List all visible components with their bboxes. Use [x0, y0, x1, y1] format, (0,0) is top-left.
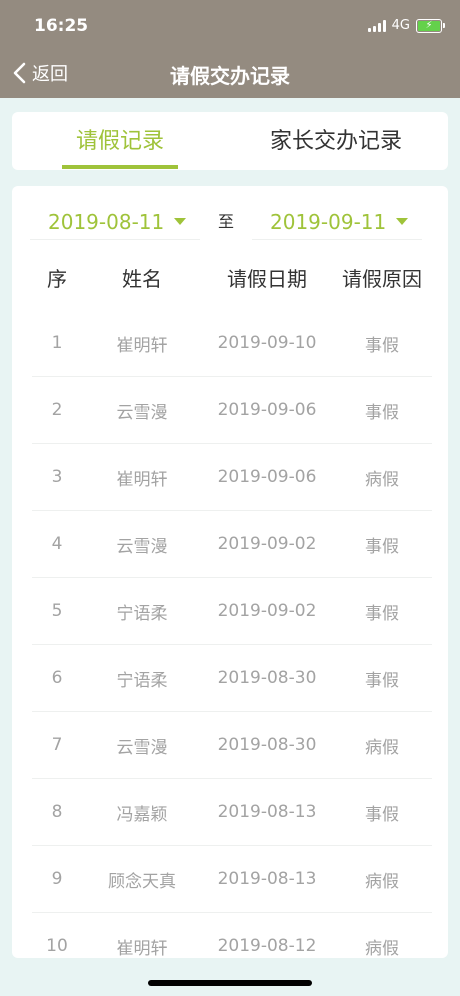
- table-row[interactable]: 5 宁语柔 2019-09-02 事假: [32, 578, 432, 645]
- row-reason: 病假: [365, 737, 399, 758]
- page-title: 请假交办记录: [170, 64, 290, 88]
- tab-bar: 请假记录 家长交办记录: [12, 112, 448, 170]
- row-date: 2019-09-02: [217, 601, 317, 621]
- table-row[interactable]: 9 顾念天真 2019-08-13 病假: [32, 846, 432, 913]
- column-header-index: 序: [47, 266, 67, 291]
- row-index: 8: [51, 802, 63, 822]
- row-reason: 事假: [365, 670, 399, 691]
- row-reason: 病假: [365, 938, 399, 959]
- row-date: 2019-08-30: [217, 668, 317, 688]
- row-name: 云雪漫: [116, 536, 168, 557]
- table-row[interactable]: 7 云雪漫 2019-08-30 病假: [32, 712, 432, 779]
- row-index: 2: [51, 400, 63, 420]
- table-row[interactable]: 10 崔明轩 2019-08-12 病假: [32, 913, 432, 958]
- row-name: 崔明轩: [116, 938, 168, 959]
- column-header-name: 姓名: [122, 266, 162, 291]
- row-reason: 事假: [365, 603, 399, 624]
- top-bar: 16:25 4G ⚡ 返回 请假交办记录: [0, 0, 460, 98]
- row-name: 宁语柔: [116, 603, 168, 624]
- table-row[interactable]: 6 宁语柔 2019-08-30 事假: [32, 645, 432, 712]
- caret-down-icon: [174, 218, 187, 225]
- end-date-value: 2019-09-11: [270, 209, 387, 234]
- network-label: 4G: [391, 18, 410, 33]
- row-name: 冯嘉颖: [116, 804, 168, 825]
- table-header: 序 姓名 请假日期 请假原因: [12, 248, 448, 306]
- table-row[interactable]: 4 云雪漫 2019-09-02 事假: [32, 511, 432, 578]
- row-reason: 病假: [365, 871, 399, 892]
- row-reason: 事假: [365, 335, 399, 356]
- row-name: 顾念天真: [108, 871, 176, 892]
- start-date-value: 2019-08-11: [48, 209, 165, 234]
- status-indicators: 4G ⚡: [367, 18, 445, 33]
- row-date: 2019-09-02: [217, 534, 317, 554]
- table-row[interactable]: 2 云雪漫 2019-09-06 事假: [32, 377, 432, 444]
- caret-down-icon: [396, 218, 409, 225]
- row-date: 2019-09-10: [217, 333, 317, 353]
- row-index: 3: [51, 467, 63, 487]
- row-date: 2019-08-13: [217, 869, 317, 889]
- date-range-separator: 至: [218, 212, 235, 231]
- row-date: 2019-09-06: [217, 467, 317, 487]
- signal-icon: [367, 19, 386, 32]
- row-name: 云雪漫: [116, 402, 168, 423]
- row-date: 2019-09-06: [217, 400, 317, 420]
- row-index: 7: [51, 735, 63, 755]
- row-date: 2019-08-30: [217, 735, 317, 755]
- start-date-picker[interactable]: 2019-08-11: [30, 204, 200, 240]
- tab-leave-records[interactable]: 请假记录: [62, 120, 178, 169]
- column-header-date: 请假日期: [227, 266, 307, 291]
- row-name: 崔明轩: [116, 469, 168, 490]
- row-reason: 病假: [365, 469, 399, 490]
- row-index: 10: [46, 936, 68, 956]
- row-reason: 事假: [365, 804, 399, 825]
- row-reason: 事假: [365, 536, 399, 557]
- row-index: 9: [51, 869, 63, 889]
- battery-icon: ⚡: [416, 18, 445, 33]
- end-date-picker[interactable]: 2019-09-11: [252, 204, 422, 240]
- row-date: 2019-08-12: [217, 936, 317, 956]
- table-row[interactable]: 3 崔明轩 2019-09-06 病假: [32, 444, 432, 511]
- home-indicator[interactable]: [148, 980, 312, 986]
- row-name: 宁语柔: [116, 670, 168, 691]
- records-card: 2019-08-11 至 2019-09-11 序 姓名 请假日期 请假原因 1…: [12, 186, 448, 958]
- column-header-reason: 请假原因: [342, 266, 422, 291]
- table-row[interactable]: 1 崔明轩 2019-09-10 事假: [32, 310, 432, 377]
- row-index: 4: [51, 534, 63, 554]
- tab-label: 请假记录: [75, 129, 164, 154]
- row-reason: 事假: [365, 402, 399, 423]
- row-index: 1: [51, 333, 63, 353]
- tab-parent-assignments[interactable]: 家长交办记录: [256, 120, 416, 164]
- row-name: 崔明轩: [116, 335, 168, 356]
- row-date: 2019-08-13: [217, 802, 317, 822]
- row-index: 5: [51, 601, 63, 621]
- table-row[interactable]: 8 冯嘉颖 2019-08-13 事假: [32, 779, 432, 846]
- row-name: 云雪漫: [116, 737, 168, 758]
- row-index: 6: [51, 668, 63, 688]
- status-time: 16:25: [34, 16, 89, 36]
- tab-label: 家长交办记录: [269, 129, 402, 154]
